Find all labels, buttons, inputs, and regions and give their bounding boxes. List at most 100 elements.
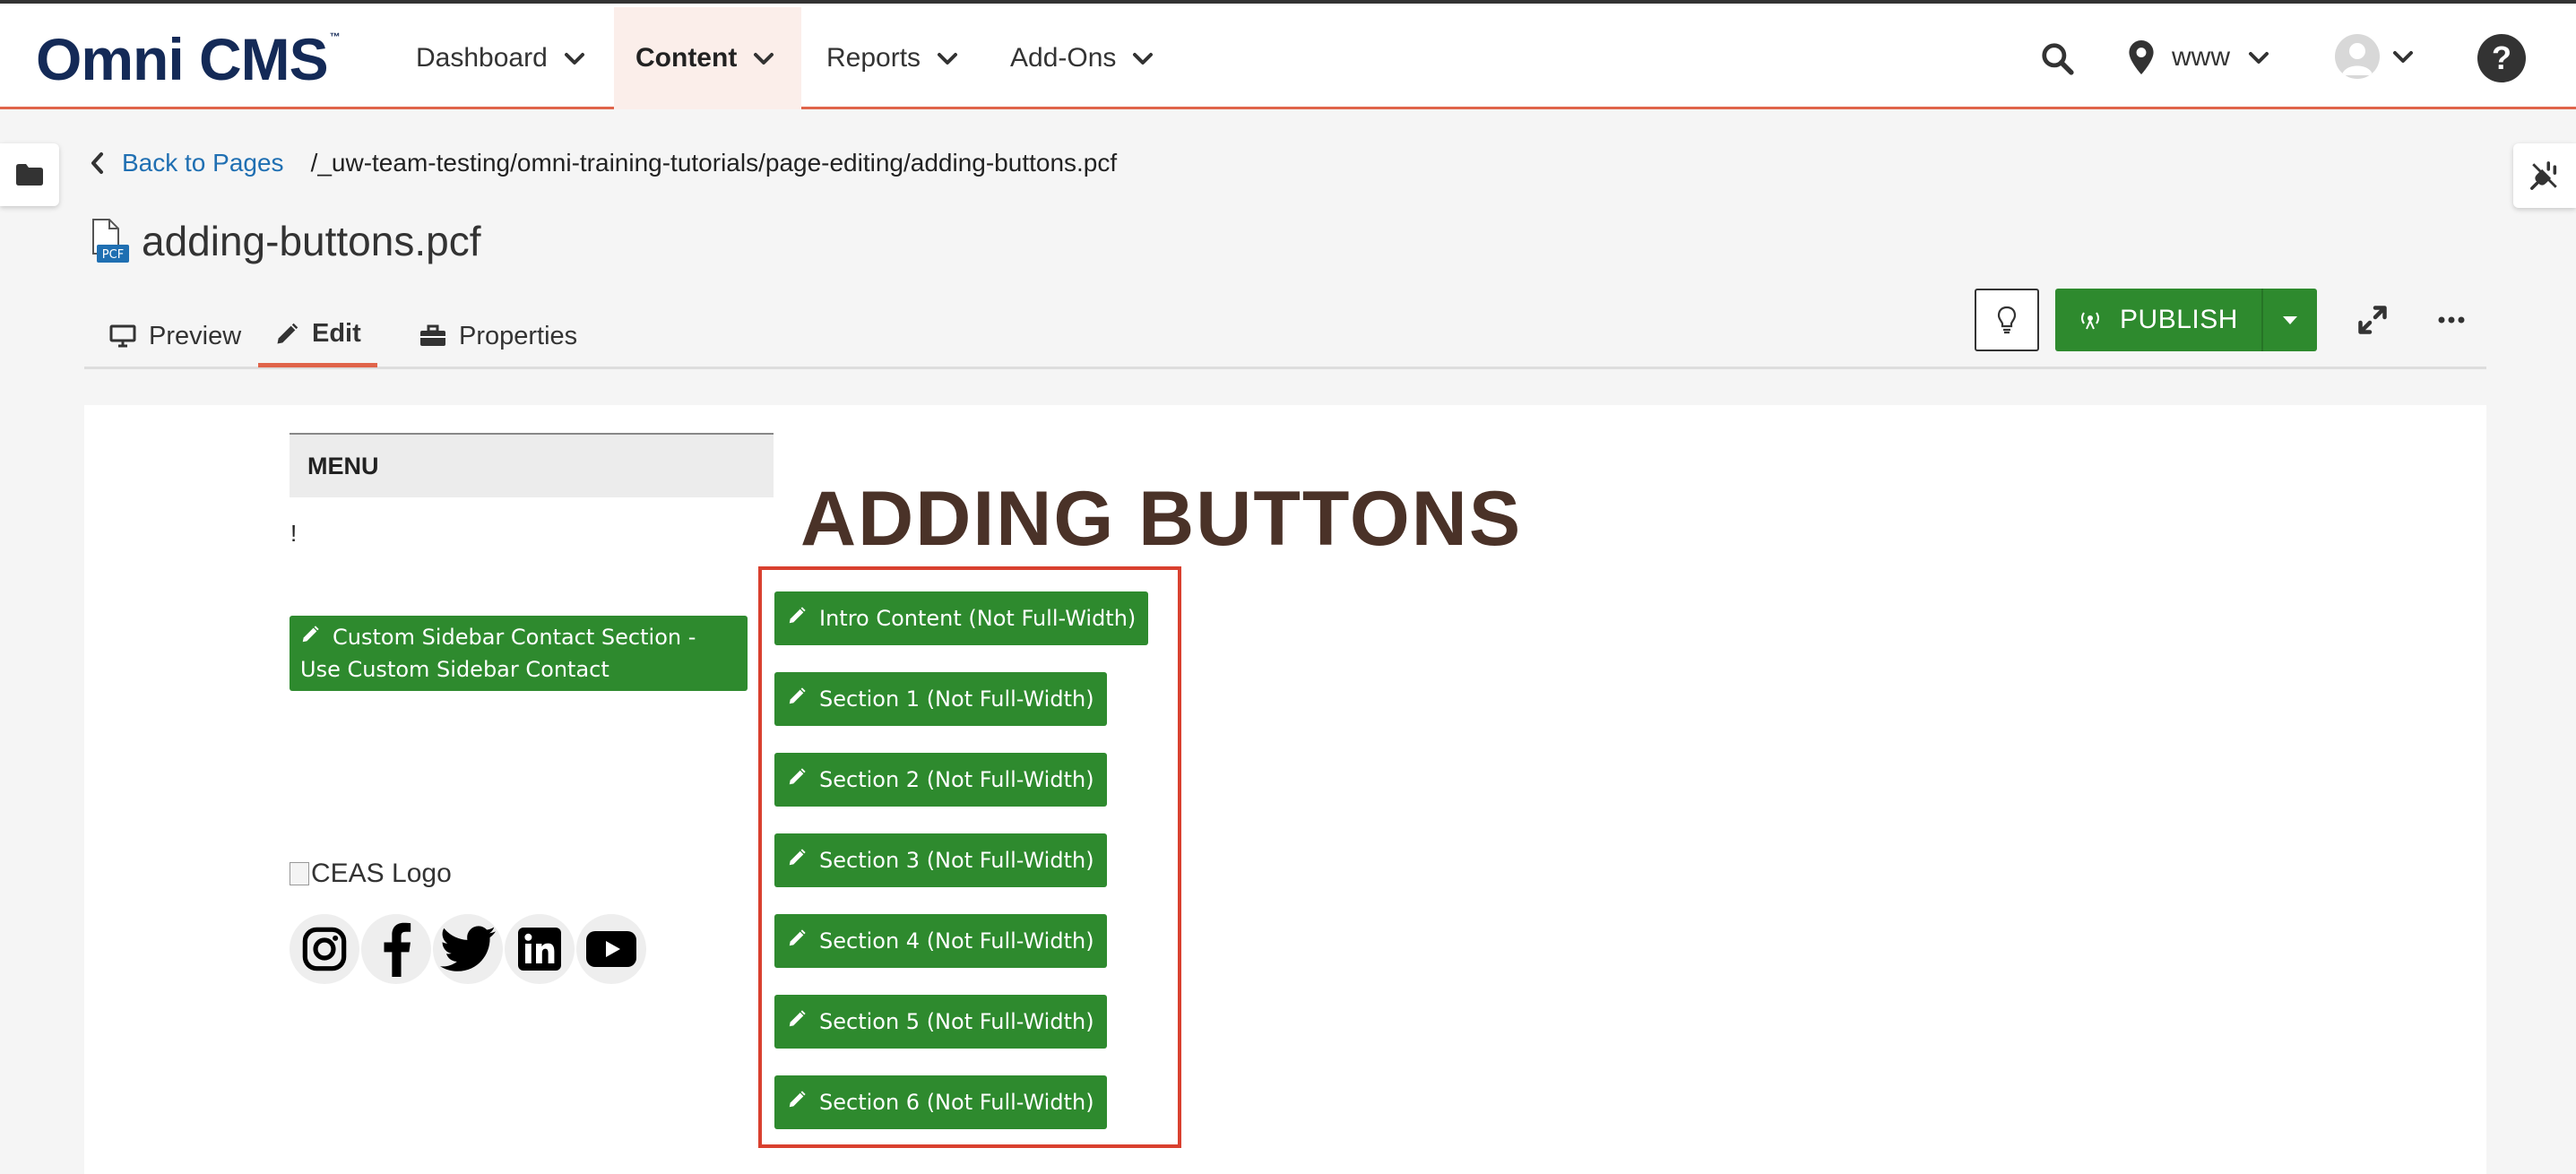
sidebar-button-text: Custom Sidebar Contact Section - Use Cus… — [300, 621, 737, 718]
plug-icon — [2530, 161, 2557, 190]
tab-edit[interactable]: Edit — [258, 305, 377, 367]
site-selector[interactable]: www — [2129, 30, 2269, 84]
linkedin-icon[interactable] — [505, 914, 575, 984]
user-silhouette-icon — [2342, 43, 2373, 75]
edit-region-section-4-button[interactable]: Section 4 (Not Full-Width) — [774, 914, 1107, 968]
ceas-logo-broken-image: CEAS Logo — [290, 859, 452, 889]
pencil-icon — [789, 1010, 806, 1027]
youtube-glyph — [586, 931, 636, 967]
edit-region-section-2-button[interactable]: Section 2 (Not Full-Width) — [774, 753, 1107, 807]
nav-add-ons[interactable]: Add-Ons — [990, 7, 1170, 109]
pencil-icon — [789, 849, 806, 866]
page-title: PCF adding-buttons.pcf — [90, 217, 481, 265]
nav-dashboard[interactable]: Dashboard — [394, 7, 601, 109]
pencil-icon — [789, 1091, 806, 1108]
region-button-label: Intro Content (Not Full-Width) — [819, 606, 1137, 631]
pencil-icon — [277, 323, 298, 343]
sidebar-button-line2: Use Custom Sidebar Contact Component — [300, 657, 609, 714]
avatar — [2335, 34, 2380, 79]
search-button[interactable] — [2035, 36, 2079, 81]
pencil-icon — [789, 768, 806, 785]
file-path: /_uw-team-testing/omni-training-tutorial… — [310, 149, 1118, 177]
publish-button[interactable]: PUBLISH — [2055, 289, 2261, 351]
linkedin-glyph — [518, 928, 561, 971]
tab-preview[interactable]: Preview — [93, 305, 257, 367]
publish-label: PUBLISH — [2120, 305, 2238, 334]
instagram-glyph — [302, 927, 347, 971]
user-menu[interactable] — [2335, 34, 2414, 79]
breadcrumb: Back to Pages /_uw-team-testing/omni-tra… — [90, 149, 1117, 177]
chevron-down-icon — [938, 53, 958, 65]
gadgets-tab[interactable] — [2513, 143, 2576, 208]
question-icon: ? — [2492, 39, 2511, 76]
ideas-button[interactable] — [1975, 289, 2039, 351]
expand-icon — [2358, 306, 2387, 334]
logo-text: Omni CMS — [36, 26, 329, 92]
folder-icon — [16, 164, 43, 186]
page-heading: ADDING BUTTONS — [800, 476, 1523, 562]
broadcast-icon — [2081, 312, 2100, 330]
nav-reports[interactable]: Reports — [807, 7, 974, 109]
facebook-icon[interactable] — [361, 914, 431, 984]
search-icon — [2042, 43, 2074, 75]
region-button-label: Section 6 (Not Full-Width) — [819, 1090, 1094, 1115]
publish-options-dropdown[interactable] — [2261, 289, 2317, 351]
chevron-down-icon — [2249, 52, 2269, 64]
facebook-glyph — [384, 922, 411, 977]
omni-cms-logo[interactable]: Omni CMS ™ — [36, 25, 341, 93]
file-navigation-tab[interactable] — [0, 143, 59, 206]
edit-region-section-5-button[interactable]: Section 5 (Not Full-Width) — [774, 995, 1107, 1049]
pcf-badge-text: PCF — [102, 248, 124, 262]
social-links — [290, 914, 646, 984]
nav-dashboard-label: Dashboard — [416, 43, 548, 73]
nav-reports-label: Reports — [826, 43, 921, 73]
youtube-icon[interactable] — [576, 914, 646, 984]
chevron-left-icon — [91, 152, 103, 174]
caret-down-icon — [2283, 316, 2297, 324]
edit-region-section-3-button[interactable]: Section 3 (Not Full-Width) — [774, 833, 1107, 887]
file-name: adding-buttons.pcf — [142, 218, 481, 264]
top-navigation-bar: Omni CMS ™ Dashboard Content Reports Add-… — [0, 0, 2576, 109]
pencil-icon — [789, 607, 806, 624]
nav-content-label: Content — [635, 43, 738, 73]
twitter-icon[interactable] — [433, 914, 503, 984]
edit-region-intro-button[interactable]: Intro Content (Not Full-Width) — [774, 591, 1149, 645]
lightbulb-icon — [1997, 306, 2017, 334]
help-button[interactable]: ? — [2477, 34, 2526, 82]
sidebar-placeholder-text: ! — [290, 520, 298, 547]
edit-region-section-6-button[interactable]: Section 6 (Not Full-Width) — [774, 1075, 1107, 1129]
toolbox-icon — [420, 324, 445, 346]
more-options-button[interactable] — [2429, 298, 2474, 342]
pencil-icon — [789, 687, 806, 704]
chevron-down-icon — [2393, 51, 2413, 63]
trademark-mark: ™ — [329, 30, 341, 43]
sidebar-button-line1: Custom Sidebar Contact Section - — [333, 625, 696, 650]
fullscreen-button[interactable] — [2350, 298, 2395, 342]
site-label: www — [2172, 42, 2230, 72]
pencil-icon — [789, 929, 806, 946]
region-button-label: Section 3 (Not Full-Width) — [819, 848, 1094, 873]
nav-add-ons-label: Add-Ons — [1010, 43, 1117, 73]
tab-edit-label: Edit — [312, 319, 361, 348]
tab-properties-label: Properties — [459, 321, 578, 350]
ellipsis-icon — [2438, 316, 2465, 324]
instagram-icon[interactable] — [290, 914, 359, 984]
pencil-icon — [302, 626, 319, 643]
ceas-logo-alt-text: CEAS Logo — [311, 859, 452, 888]
twitter-glyph — [440, 926, 496, 971]
chevron-down-icon — [754, 53, 774, 65]
monitor-icon — [109, 324, 136, 348]
edit-sidebar-contact-button[interactable]: Custom Sidebar Contact Section - Use Cus… — [290, 616, 748, 714]
region-button-label: Section 5 (Not Full-Width) — [819, 1009, 1094, 1034]
tab-properties[interactable]: Properties — [403, 305, 593, 367]
chevron-down-icon — [1133, 53, 1154, 65]
broken-image-icon — [290, 862, 309, 885]
back-to-pages-link[interactable]: Back to Pages — [90, 149, 284, 177]
map-marker-icon — [2129, 40, 2154, 74]
nav-content[interactable]: Content — [614, 7, 802, 109]
back-link-label: Back to Pages — [122, 149, 284, 177]
region-button-label: Section 1 (Not Full-Width) — [819, 686, 1094, 712]
region-button-label: Section 4 (Not Full-Width) — [819, 928, 1094, 954]
edit-region-section-1-button[interactable]: Section 1 (Not Full-Width) — [774, 672, 1107, 726]
pcf-file-icon: PCF — [92, 219, 129, 263]
